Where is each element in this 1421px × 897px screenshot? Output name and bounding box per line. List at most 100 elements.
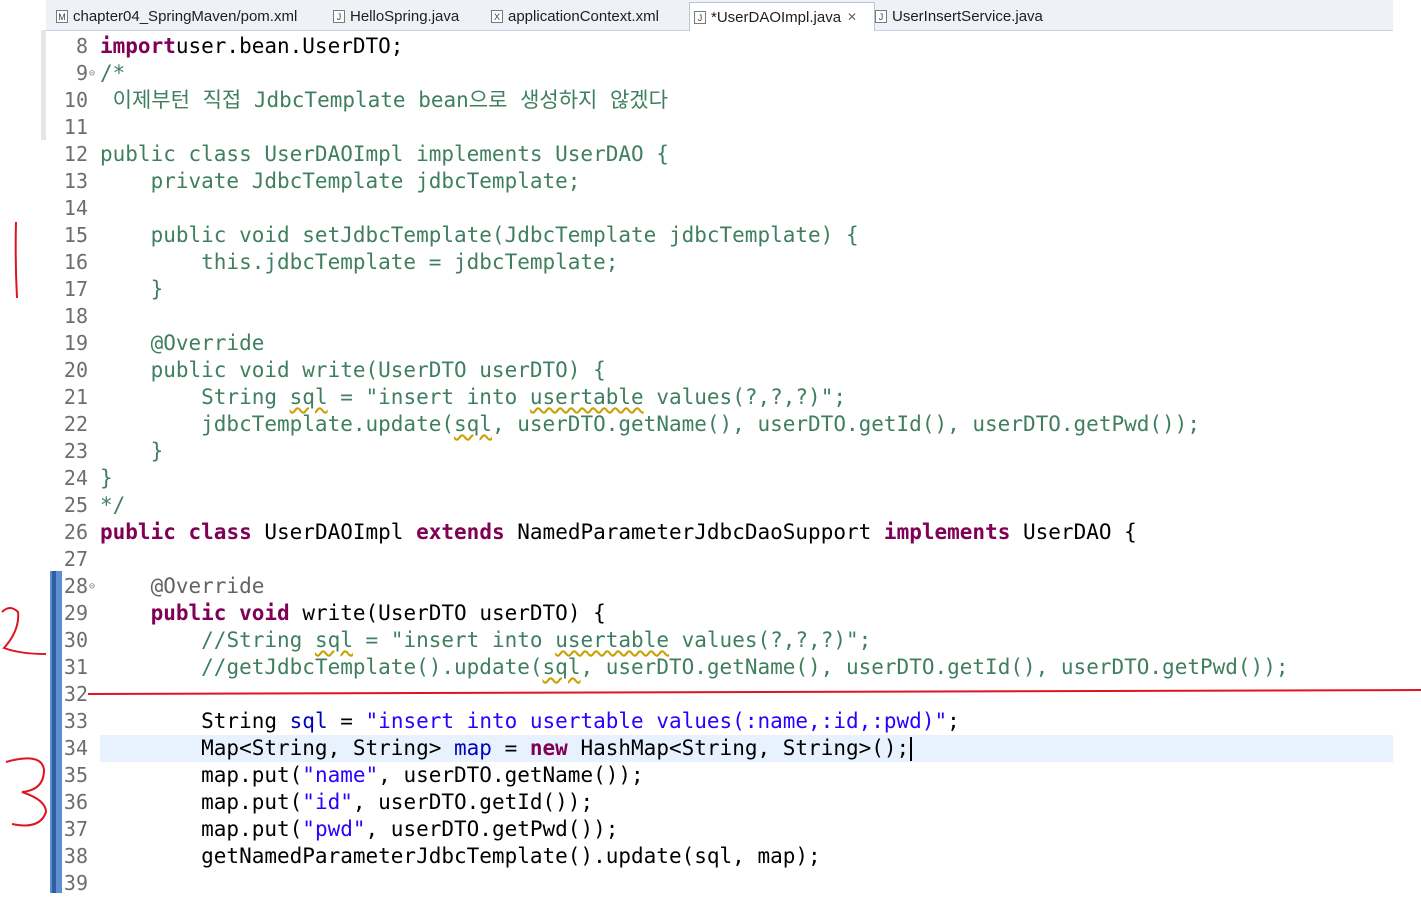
code-text: jdbcTemplate.update(sql, userDTO.getName…	[100, 411, 1200, 438]
code-line[interactable]: 32	[46, 681, 1393, 708]
code-line[interactable]: 28 ⊖ @Override	[46, 573, 1393, 600]
code-token: , userDTO.getName(), userDTO.getId(), us…	[580, 655, 1289, 679]
code-line[interactable]: 17 }	[46, 276, 1393, 303]
code-line[interactable]: 20 public void write(UserDTO userDTO) {	[46, 357, 1393, 384]
tab-label: *UserDAOImpl.java	[711, 8, 842, 26]
tab-userinsertservice-java[interactable]: J UserInsertService.java	[871, 3, 1065, 29]
code-text: //String sql = "insert into usertable va…	[100, 627, 871, 654]
line-number: 38	[63, 844, 88, 868]
text-caret	[910, 737, 913, 761]
code-token: values(?,?,?)";	[668, 628, 872, 652]
code-line[interactable]: 21 String sql = "insert into usertable v…	[46, 384, 1393, 411]
java-file-icon: J	[875, 9, 887, 23]
code-text: /*	[100, 60, 125, 87]
code-text: }	[100, 438, 164, 465]
code-line[interactable]: 13 private JdbcTemplate jdbcTemplate;	[46, 168, 1393, 195]
code-line[interactable]: 38 getNamedParameterJdbcTemplate().updat…	[46, 843, 1393, 870]
code-token: sql	[314, 628, 353, 652]
code-line[interactable]: 9 ⊖/*	[46, 60, 1393, 87]
code-token: =	[327, 709, 366, 733]
code-editor[interactable]: 8 importuser.bean.UserDTO; 9 ⊖/* 10 이제부턴 직접 …	[46, 30, 1393, 895]
line-number: 29	[63, 601, 88, 625]
tab-label: HelloSpring.java	[350, 7, 460, 25]
code-token: sql	[289, 385, 328, 409]
code-token: new	[529, 736, 568, 760]
code-token: NamedParameterJdbcDaoSupport	[504, 520, 884, 544]
line-number: 15	[63, 223, 88, 247]
code-token: this.jdbcTemplate = jdbcTemplate;	[100, 250, 619, 274]
xml-file-icon: X	[491, 9, 503, 23]
line-number: 13	[63, 169, 88, 193]
code-text: String sql = "insert into usertable valu…	[100, 384, 846, 411]
code-line[interactable]: 30 //String sql = "insert into usertable…	[46, 627, 1393, 654]
code-line[interactable]: 10 이제부턴 직접 JdbcTemplate bean으로 생성하지 않겠다	[46, 87, 1393, 114]
code-text: private JdbcTemplate jdbcTemplate;	[100, 168, 581, 195]
code-token: */	[100, 493, 126, 517]
line-number: 35	[63, 763, 88, 787]
line-number: 36	[63, 790, 88, 814]
code-token: ;	[947, 709, 960, 733]
code-token: "id"	[302, 790, 353, 814]
line-number: 8	[75, 34, 88, 58]
code-text: public class UserDAOImpl implements User…	[100, 141, 669, 168]
maven-file-icon: M	[56, 9, 68, 23]
code-line[interactable]: 19 @Override	[46, 330, 1393, 357]
tab-applicationcontext-xml[interactable]: XapplicationContext.xml	[487, 3, 681, 29]
code-line[interactable]: 14	[46, 195, 1393, 222]
line-number: 20	[63, 358, 88, 382]
code-token: , userDTO.getName(), userDTO.getId(), us…	[491, 412, 1200, 436]
line-number: 37	[63, 817, 88, 841]
code-text: map.put("name", userDTO.getName());	[100, 762, 644, 789]
line-number: 11	[63, 115, 88, 139]
tab-chapter04-springmaven-pom-xml[interactable]: Mchapter04_SpringMaven/pom.xml	[52, 3, 306, 29]
code-text: getNamedParameterJdbcTemplate().update(s…	[100, 843, 821, 870]
close-icon[interactable]: ✕	[847, 10, 857, 24]
code-token: map.put(	[100, 817, 303, 841]
tab-label: UserInsertService.java	[892, 7, 1043, 25]
line-number: 17	[63, 277, 88, 301]
code-token: implements	[883, 520, 1011, 544]
code-line[interactable]: 35 map.put("name", userDTO.getName());	[46, 762, 1393, 789]
code-line[interactable]: 37 map.put("pwd", userDTO.getPwd());	[46, 816, 1393, 843]
code-text: */	[100, 492, 125, 519]
code-token: write(UserDTO userDTO) {	[289, 601, 606, 625]
code-token: "name"	[302, 763, 379, 787]
fold-toggle-icon[interactable]: ⊖	[89, 60, 95, 87]
fold-toggle-icon[interactable]: ⊖	[89, 573, 95, 600]
code-line[interactable]: 24}	[46, 465, 1393, 492]
code-line[interactable]: 25 */	[46, 492, 1393, 519]
code-line[interactable]: 31 //getJdbcTemplate().update(sql, userD…	[46, 654, 1393, 681]
code-token: 이제부턴 직접 JdbcTemplate bean으로 생성하지 않겠다	[100, 88, 668, 112]
code-text: @Override	[100, 573, 265, 600]
code-token: }	[100, 277, 164, 301]
code-token: UserDAOImpl	[251, 520, 417, 544]
code-line[interactable]: 11	[46, 114, 1393, 141]
code-line[interactable]: 26 public class UserDAOImpl extends Named…	[46, 519, 1393, 546]
tab-label: applicationContext.xml	[508, 7, 659, 25]
code-line[interactable]: 15 public void setJdbcTemplate(JdbcTempl…	[46, 222, 1393, 249]
code-token: usertable	[529, 385, 644, 409]
line-number: 19	[63, 331, 88, 355]
code-line[interactable]: 8 importuser.bean.UserDTO;	[46, 33, 1393, 60]
code-token: private JdbcTemplate jdbcTemplate;	[100, 169, 581, 193]
code-token: public	[150, 601, 227, 625]
code-line[interactable]: 12 public class UserDAOImpl implements Us…	[46, 141, 1393, 168]
code-line[interactable]: 16 this.jdbcTemplate = jdbcTemplate;	[46, 249, 1393, 276]
code-line[interactable]: 29 public void write(UserDTO userDTO) {	[46, 600, 1393, 627]
code-token: }	[100, 466, 113, 490]
line-number: 12	[63, 142, 88, 166]
code-line[interactable]: 33 String sql = "insert into usertable v…	[46, 708, 1393, 735]
tab-hellospring-java[interactable]: J HelloSpring.java	[329, 3, 483, 29]
code-line[interactable]: 23 }	[46, 438, 1393, 465]
code-line[interactable]: 18	[46, 303, 1393, 330]
code-line[interactable]: 27	[46, 546, 1393, 573]
tab-userdaoimpl-java[interactable]: J *UserDAOImpl.java ✕	[689, 2, 875, 31]
code-text: public void setJdbcTemplate(JdbcTemplate…	[100, 222, 859, 249]
code-text: public void write(UserDTO userDTO) {	[100, 357, 606, 384]
code-line[interactable]: 36 map.put("id", userDTO.getId());	[46, 789, 1393, 816]
code-line[interactable]: 34 Map<String, String> map = new HashMap…	[46, 735, 1393, 762]
code-token: String	[100, 709, 290, 733]
code-line[interactable]: 22 jdbcTemplate.update(sql, userDTO.getN…	[46, 411, 1393, 438]
code-token: @Override	[100, 331, 265, 355]
